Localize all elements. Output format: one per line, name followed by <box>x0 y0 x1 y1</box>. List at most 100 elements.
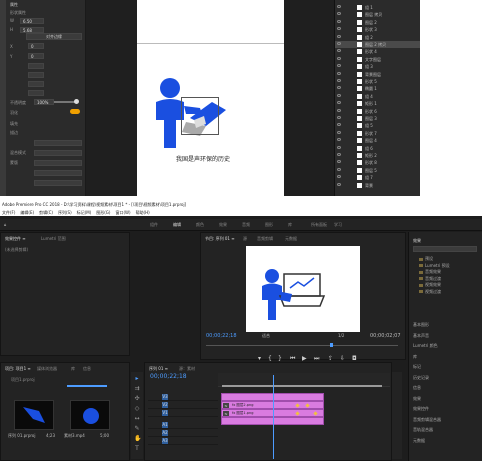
eye-icon[interactable] <box>337 49 341 53</box>
type-tool-icon[interactable]: T <box>134 446 140 452</box>
workspace-tab[interactable]: 组件 <box>150 222 158 228</box>
effects-folder[interactable]: 音频效果 <box>419 269 441 275</box>
layer-row[interactable]: 组 6 <box>335 145 421 152</box>
layer-row[interactable]: 组 7 <box>335 174 421 181</box>
effects-folder[interactable]: 视频效果 <box>419 282 441 288</box>
panel-menu-item[interactable]: 效果控件 <box>413 406 429 412</box>
layer-row[interactable]: 文字图层 <box>335 56 421 63</box>
workspace-tab[interactable]: 编辑 <box>173 222 181 228</box>
eye-icon[interactable] <box>337 56 341 60</box>
eye-icon[interactable] <box>337 175 341 179</box>
corner-field-2[interactable] <box>28 72 44 78</box>
panel-menu-item[interactable]: 标记 <box>413 364 421 370</box>
panel-menu-item[interactable]: 音轨混合器 <box>413 427 433 433</box>
tab-source-clip[interactable]: 源：素材 <box>179 366 195 372</box>
menu-item[interactable]: 标记(M) <box>77 210 92 215</box>
track-target-v2[interactable]: V2 <box>162 402 168 408</box>
tab-libraries[interactable]: 库 <box>71 366 75 372</box>
layer-row[interactable]: 图层 2 拷贝 <box>335 41 421 48</box>
eye-icon[interactable] <box>337 12 341 16</box>
workspace-tab[interactable]: 学习 <box>334 222 342 228</box>
layer-row[interactable]: 矩形 2 <box>335 152 421 159</box>
eye-icon[interactable] <box>337 5 341 8</box>
layer-row[interactable]: 图层 2 <box>335 19 421 26</box>
track-header-v3[interactable]: V3 <box>148 393 218 401</box>
project-item-thumb-2[interactable] <box>70 400 110 430</box>
opacity-slider-knob[interactable] <box>74 99 79 104</box>
menu-item[interactable]: 图形(G) <box>96 210 110 215</box>
workspace-tab[interactable]: 库 <box>288 222 292 228</box>
layer-row[interactable]: 背景图层 <box>335 71 421 78</box>
layer-row[interactable]: 形状 8 <box>335 159 421 166</box>
feather-toggle[interactable] <box>70 109 80 114</box>
extra-select-1[interactable] <box>34 170 82 176</box>
layer-row[interactable]: 图层 3 <box>335 115 421 122</box>
layer-row[interactable]: 图层 拷贝 <box>335 11 421 18</box>
home-icon[interactable]: ⌂ <box>4 222 7 227</box>
opacity-field[interactable]: 100% <box>34 99 54 105</box>
layer-row[interactable]: 组 3 <box>335 63 421 70</box>
add-marker-icon[interactable]: ▾ <box>258 355 261 362</box>
mark-in-icon[interactable]: { <box>268 355 272 362</box>
layer-row[interactable]: 形状 3 <box>335 26 421 33</box>
eye-icon[interactable] <box>337 167 341 171</box>
tab-media-browser[interactable]: 媒体浏览器 <box>37 366 57 372</box>
layer-row[interactable]: 矩形 1 <box>335 100 421 107</box>
layer-row[interactable]: 图层 4 <box>335 137 421 144</box>
align-edges-button[interactable]: 对齐边缘 <box>26 33 82 40</box>
panel-menu-item[interactable]: 效果 <box>413 396 421 402</box>
eye-icon[interactable] <box>337 153 341 156</box>
tab-lumetri-scopes[interactable]: Lumetri 范围 <box>41 236 66 242</box>
program-timecode[interactable]: 00;00;22;18 <box>206 333 237 339</box>
track-header-v1[interactable]: V1 <box>148 409 218 417</box>
program-scrub-bar[interactable] <box>206 345 398 346</box>
panel-menu-item[interactable]: Lumetri 颜色 <box>413 343 438 349</box>
track-target-v3[interactable]: V3 <box>162 394 168 400</box>
layer-row[interactable]: 组 4 <box>335 93 421 100</box>
eye-icon[interactable] <box>337 145 341 149</box>
ripple-edit-tool-icon[interactable]: ✣ <box>134 396 140 402</box>
eye-icon[interactable] <box>337 123 341 127</box>
extra-select-2[interactable] <box>34 180 82 186</box>
eye-icon[interactable] <box>337 93 341 97</box>
layer-row[interactable]: 组 5 <box>335 122 421 129</box>
panel-menu-item[interactable]: 历史记录 <box>413 375 429 381</box>
menu-item[interactable]: 帮助(H) <box>136 210 150 215</box>
panel-menu-item[interactable]: 元数据 <box>413 438 425 444</box>
menu-item[interactable]: 序列(S) <box>58 210 72 215</box>
tab-metadata[interactable]: 元数据 <box>285 236 297 242</box>
eye-icon[interactable] <box>337 27 341 31</box>
eye-icon[interactable] <box>337 182 341 186</box>
layer-row[interactable]: 椭圆 1 <box>335 85 421 92</box>
selection-tool-icon[interactable]: ▸ <box>134 376 140 382</box>
workspace-tab[interactable]: 所有面板 <box>311 222 327 228</box>
workspace-tab[interactable]: 颜色 <box>196 222 204 228</box>
pen-tool-icon[interactable]: ✎ <box>134 426 140 432</box>
layer-row[interactable]: 形状 5 <box>335 78 421 85</box>
workspace-tab[interactable]: 图形 <box>265 222 273 228</box>
panel-menu-item[interactable]: 基本图形 <box>413 322 429 328</box>
layer-row[interactable]: 形状 7 <box>335 130 421 137</box>
program-playhead[interactable] <box>330 343 333 347</box>
mark-out-icon[interactable]: } <box>278 355 282 362</box>
track-header-a2[interactable]: A2 <box>148 429 218 437</box>
track-target-a1[interactable]: A1 <box>162 422 168 428</box>
track-target-v1[interactable]: V1 <box>162 410 168 416</box>
quality-select[interactable]: 1/2 <box>338 333 344 338</box>
tab-audio-clip[interactable]: 音频剪辑 <box>257 236 273 242</box>
eye-icon[interactable] <box>337 138 341 142</box>
track-header-v2[interactable]: V2 <box>148 401 218 409</box>
workspace-tab[interactable]: 音频 <box>242 222 250 228</box>
menu-item[interactable]: 编辑(E) <box>20 210 34 215</box>
eye-icon[interactable] <box>337 71 341 75</box>
track-header-a1[interactable]: A1 <box>148 421 218 429</box>
eye-icon[interactable] <box>337 86 341 90</box>
tab-info[interactable]: 信息 <box>83 366 91 372</box>
razor-tool-icon[interactable]: ◇ <box>134 406 140 412</box>
lift-icon[interactable]: ⇪ <box>328 355 333 362</box>
eye-icon[interactable] <box>337 130 341 134</box>
export-frame-icon[interactable]: ◘ <box>352 355 357 362</box>
track-header-a3[interactable]: A3 <box>148 437 218 445</box>
layer-row[interactable]: 组 1 <box>335 4 421 11</box>
width-field[interactable]: 6.50 <box>20 18 44 24</box>
